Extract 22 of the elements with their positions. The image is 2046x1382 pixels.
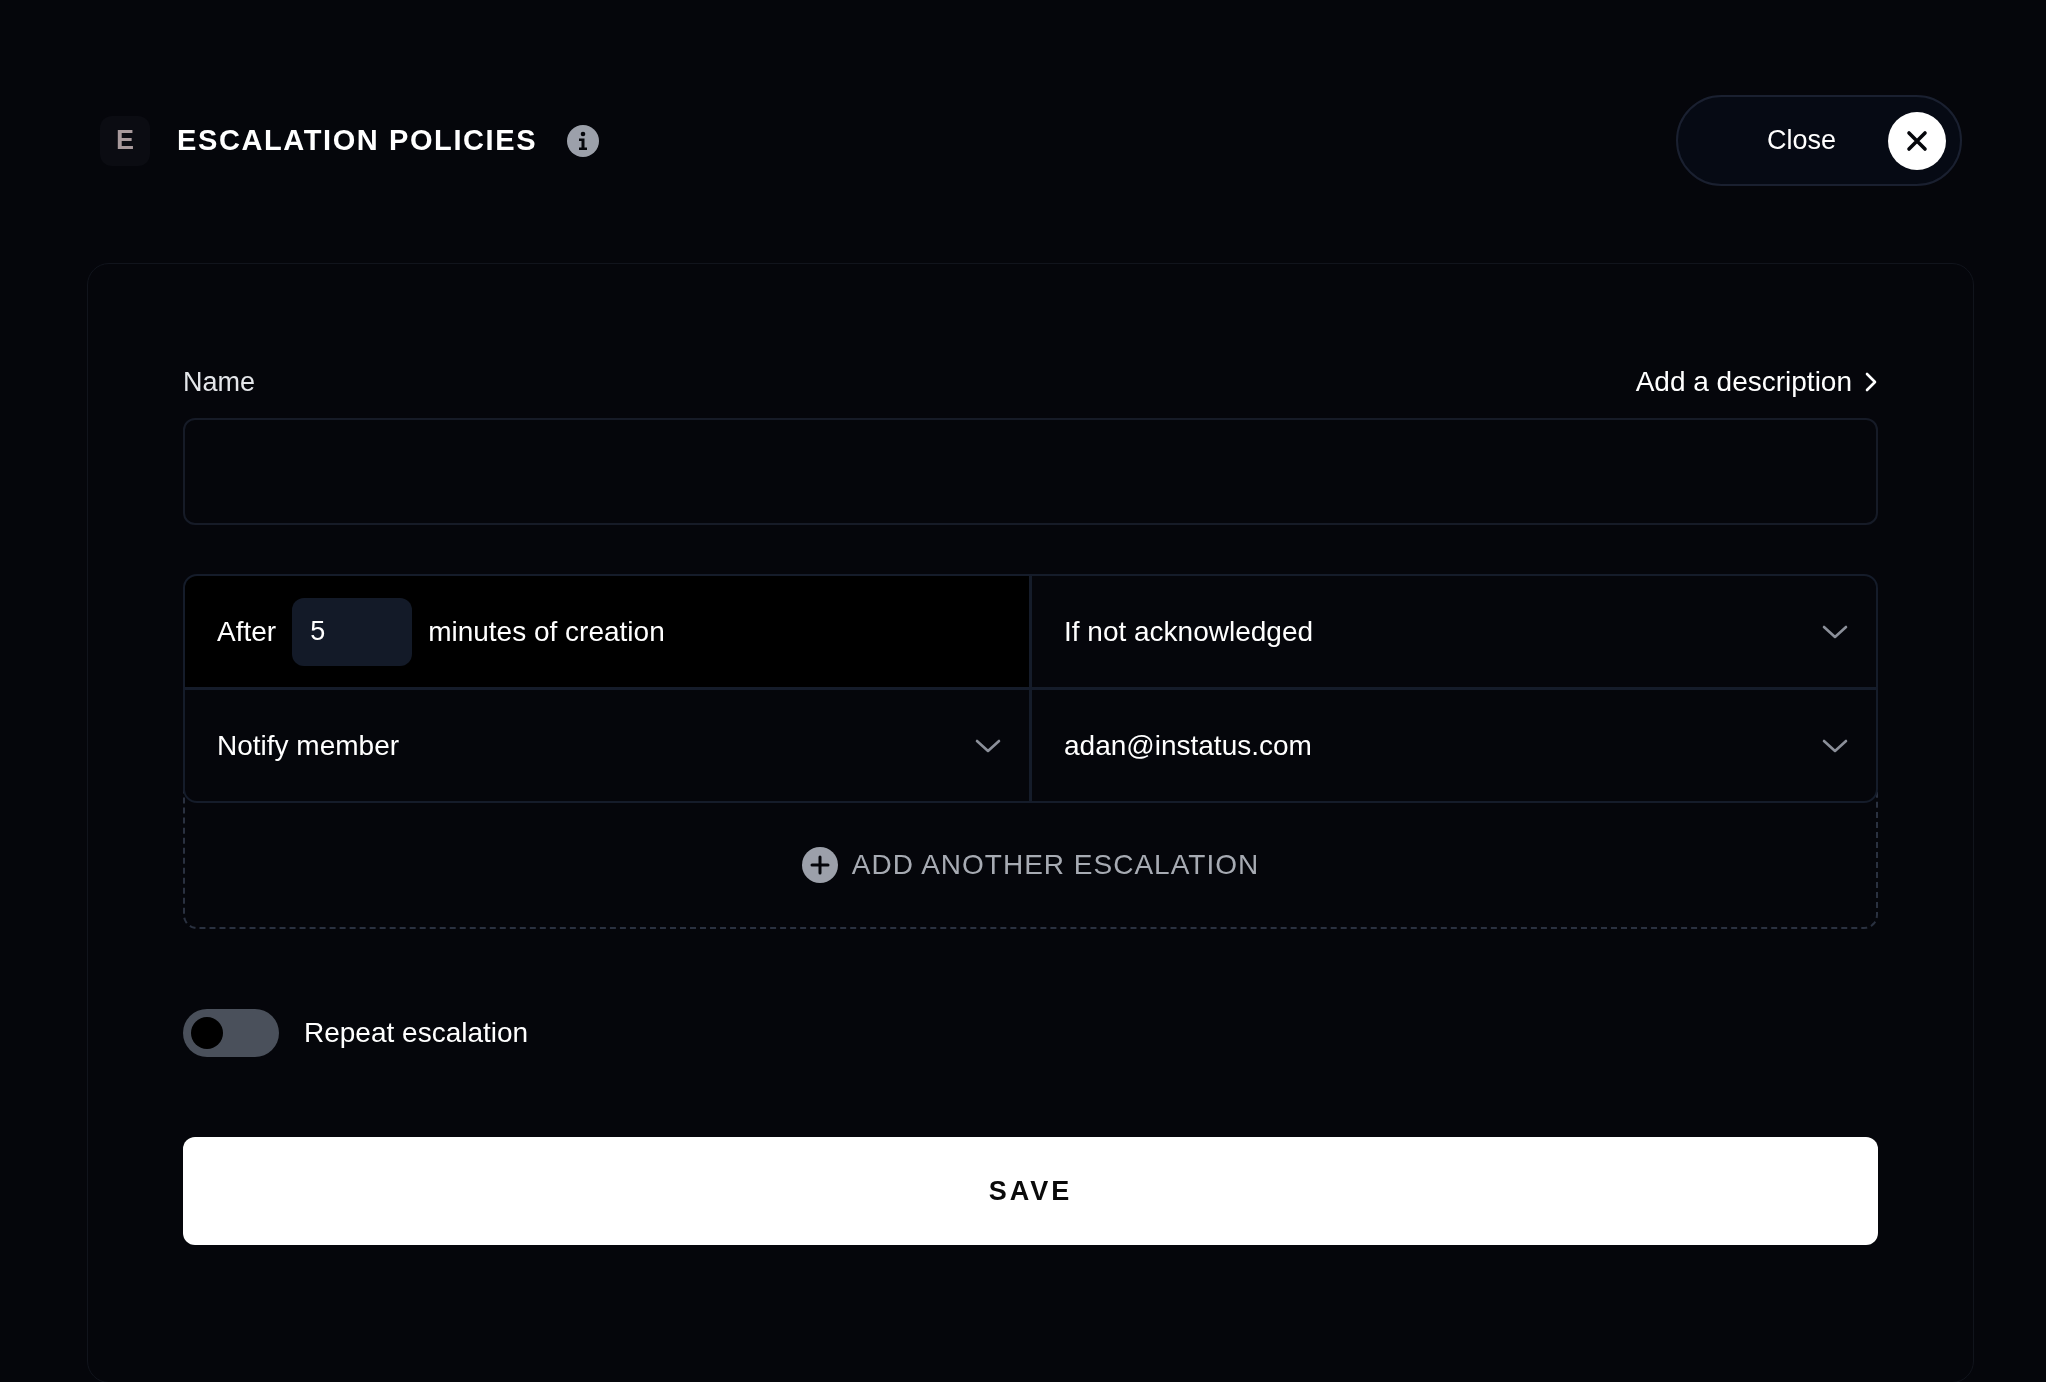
page-title: ESCALATION POLICIES [177,124,538,157]
name-label: Name [183,366,256,398]
name-field[interactable] [183,418,1878,525]
close-button[interactable]: Close [1676,95,1962,186]
info-icon[interactable] [567,124,600,157]
save-button[interactable]: SAVE [183,1137,1878,1245]
chevron-down-icon [975,737,1001,754]
action-dropdown[interactable]: Notify member [185,690,1029,801]
app-logo: E [100,115,150,166]
member-dropdown[interactable]: adan@instatus.com [1032,690,1876,801]
condition-dropdown[interactable]: If not acknowledged [1032,576,1876,687]
add-description-link[interactable]: Add a description [1635,366,1878,398]
after-label: After [217,615,277,648]
repeat-toggle[interactable] [183,1009,279,1057]
chevron-down-icon [1822,737,1848,754]
minutes-field[interactable]: 5 [292,597,413,666]
chevron-down-icon [1822,623,1848,640]
minutes-label: minutes of creation [428,615,665,648]
close-icon [1888,111,1946,170]
repeat-label: Repeat escalation [304,1017,529,1049]
plus-icon [801,846,838,883]
chevron-right-icon [1864,371,1878,393]
